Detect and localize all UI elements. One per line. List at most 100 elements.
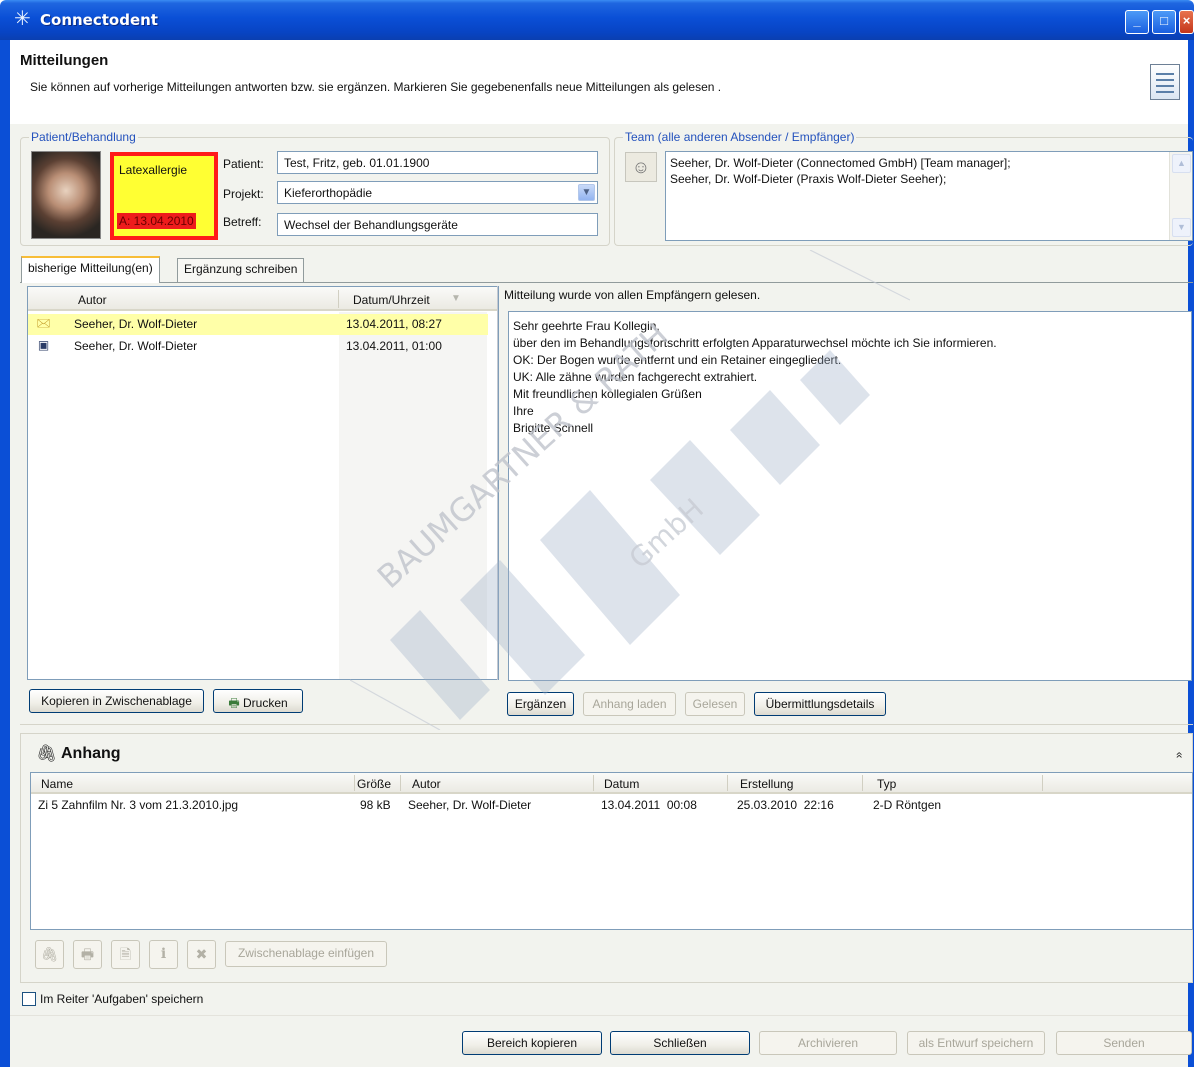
supplement-button[interactable]: Ergänzen bbox=[507, 692, 574, 716]
attach-paperclip-button[interactable]: 🖇 bbox=[35, 940, 64, 969]
app-asterisk-icon: ✳ bbox=[14, 8, 31, 30]
patient-group-label: Patient/Behandlung bbox=[31, 130, 136, 144]
column-header-created[interactable]: Erstellung bbox=[740, 777, 793, 791]
window-title: Connectodent bbox=[40, 11, 158, 29]
project-select[interactable]: Kieferorthopädie ▼ bbox=[277, 181, 598, 204]
project-label: Projekt: bbox=[223, 187, 264, 201]
column-separator[interactable] bbox=[593, 775, 594, 791]
subject-field[interactable]: Wechsel der Behandlungsgeräte bbox=[277, 213, 598, 236]
column-separator[interactable] bbox=[338, 290, 339, 308]
close-window-button[interactable]: × bbox=[1179, 10, 1194, 34]
maximize-button[interactable]: □ bbox=[1152, 10, 1176, 34]
close-button[interactable]: Schließen bbox=[610, 1031, 750, 1055]
message-line: Ihre bbox=[513, 404, 534, 418]
column-separator[interactable] bbox=[400, 775, 401, 791]
message-document-icon bbox=[1150, 64, 1180, 100]
column-header-name[interactable]: Name bbox=[41, 777, 73, 791]
team-scrollbar[interactable]: ▲ ▼ bbox=[1169, 152, 1192, 240]
printer-icon: 🖶 bbox=[228, 696, 240, 710]
paste-from-clipboard-button[interactable]: Zwischenablage einfügen bbox=[225, 941, 387, 967]
message-line: UK: Alle zähne wurden fachgerecht extrah… bbox=[513, 370, 758, 384]
chevron-down-icon[interactable]: ▼ bbox=[578, 184, 595, 201]
message-line: über den im Behandlungsfortschritt erfol… bbox=[513, 336, 997, 350]
attachments-title: Anhang bbox=[61, 745, 121, 762]
save-in-tasks-label[interactable]: Im Reiter 'Aufgaben' speichern bbox=[40, 992, 203, 1006]
patient-field[interactable]: Test, Fritz, geb. 01.01.1900 bbox=[277, 151, 598, 174]
mail-read-icon: ▣ bbox=[37, 338, 50, 352]
copy-area-button[interactable]: Bereich kopieren bbox=[462, 1031, 602, 1055]
print-button[interactable]: 🖶 Drucken bbox=[213, 689, 303, 713]
message-line: Mit freundlichen kollegialen Grüßen bbox=[513, 387, 702, 401]
message-body[interactable]: Sehr geehrte Frau Kollegin, über den im … bbox=[508, 311, 1192, 681]
print-attachment-button[interactable]: 🖶 bbox=[73, 940, 102, 969]
message-line: OK: Der Bogen wurde entfernt und ein Ret… bbox=[513, 353, 842, 367]
table-row[interactable]: ▣ Seeher, Dr. Wolf-Dieter 13.04.2011, 01… bbox=[28, 336, 488, 357]
attachment-created: 25.03.2010 22:16 bbox=[737, 798, 834, 812]
archive-button[interactable]: Archivieren bbox=[759, 1031, 897, 1055]
info-icon: i bbox=[160, 946, 167, 962]
patient-label: Patient: bbox=[223, 157, 264, 171]
transmission-details-button[interactable]: Übermittlungsdetails bbox=[754, 692, 886, 716]
delete-attachment-button[interactable]: ✖ bbox=[187, 940, 216, 969]
minimize-button[interactable]: _ bbox=[1125, 10, 1149, 34]
page-description: Sie können auf vorherige Mitteilungen an… bbox=[30, 80, 722, 94]
collapse-chevron-icon[interactable]: » bbox=[1171, 752, 1185, 759]
load-attachment-button[interactable]: Anhang laden bbox=[583, 692, 676, 716]
column-separator[interactable] bbox=[354, 775, 355, 791]
print-button-label: Drucken bbox=[242, 696, 288, 710]
paperclip-icon: 🖇 bbox=[40, 946, 59, 962]
column-header-type[interactable]: Typ bbox=[877, 777, 896, 791]
row-author: Seeher, Dr. Wolf-Dieter bbox=[74, 317, 198, 331]
message-line: Brigitte Schnell bbox=[513, 421, 594, 435]
sort-descending-icon: ▼ bbox=[451, 293, 461, 304]
save-in-tasks-checkbox[interactable] bbox=[22, 992, 36, 1006]
list-divider bbox=[497, 286, 498, 680]
title-bar[interactable] bbox=[0, 0, 1194, 40]
team-member: Seeher, Dr. Wolf-Dieter (Connectomed Gmb… bbox=[670, 156, 1011, 170]
project-select-value: Kieferorthopädie bbox=[284, 186, 373, 200]
page-title: Mitteilungen bbox=[20, 52, 109, 69]
team-member: Seeher, Dr. Wolf-Dieter (Praxis Wolf-Die… bbox=[670, 172, 947, 186]
paperclip-icon: 🖇 bbox=[36, 744, 58, 763]
copy-to-clipboard-button[interactable]: Kopieren in Zwischenablage bbox=[29, 689, 204, 713]
info-button[interactable]: i bbox=[149, 940, 178, 969]
column-header-author[interactable]: Autor bbox=[78, 293, 107, 307]
row-datetime: 13.04.2011, 08:27 bbox=[346, 317, 442, 331]
allergy-label: Latexallergie bbox=[119, 163, 188, 177]
subject-label: Betreff: bbox=[223, 215, 262, 229]
send-button[interactable]: Senden bbox=[1056, 1031, 1192, 1055]
attachment-type: 2-D Röntgen bbox=[873, 798, 942, 812]
sorted-column-shade bbox=[339, 312, 487, 679]
team-group-label: Team (alle anderen Absender / Empfänger) bbox=[625, 130, 855, 144]
open-document-button[interactable]: 🗎 bbox=[111, 940, 140, 969]
row-author: Seeher, Dr. Wolf-Dieter bbox=[74, 339, 198, 353]
tab-previous-messages[interactable]: bisherige Mitteilung(en) bbox=[21, 256, 160, 283]
column-header-date[interactable]: Datum bbox=[604, 777, 639, 791]
column-header-datetime[interactable]: Datum/Uhrzeit bbox=[353, 293, 430, 307]
patient-photo bbox=[31, 151, 101, 239]
window-frame-left bbox=[0, 40, 10, 1067]
mark-read-button[interactable]: Gelesen bbox=[685, 692, 745, 716]
team-list[interactable]: Seeher, Dr. Wolf-Dieter (Connectomed Gmb… bbox=[665, 151, 1193, 241]
delete-x-icon: ✖ bbox=[195, 946, 208, 962]
column-header-author[interactable]: Autor bbox=[412, 777, 441, 791]
attachment-author: Seeher, Dr. Wolf-Dieter bbox=[408, 798, 532, 812]
attachment-size: 98 kB bbox=[360, 798, 391, 812]
section-divider bbox=[20, 724, 1193, 725]
team-person-icon[interactable]: ☺ bbox=[625, 152, 657, 182]
message-status: Mitteilung wurde von allen Empfängern ge… bbox=[504, 288, 761, 302]
column-separator[interactable] bbox=[862, 775, 863, 791]
tab-baseline bbox=[20, 282, 1193, 283]
tab-write-supplement[interactable]: Ergänzung schreiben bbox=[177, 258, 305, 282]
footer-divider bbox=[10, 1015, 1188, 1016]
column-header-size[interactable]: Größe bbox=[357, 777, 391, 791]
column-separator[interactable] bbox=[1042, 775, 1043, 791]
mail-new-icon: 🖂 bbox=[36, 316, 51, 330]
column-separator[interactable] bbox=[727, 775, 728, 791]
scroll-up-icon[interactable]: ▲ bbox=[1172, 154, 1191, 173]
row-datetime: 13.04.2011, 01:00 bbox=[346, 339, 442, 353]
scroll-down-icon[interactable]: ▼ bbox=[1172, 218, 1191, 237]
attachment-name: Zi 5 Zahnfilm Nr. 3 vom 21.3.2010.jpg bbox=[38, 798, 239, 812]
table-row[interactable]: 🖂 Seeher, Dr. Wolf-Dieter 13.04.2011, 08… bbox=[28, 314, 488, 335]
save-draft-button[interactable]: als Entwurf speichern bbox=[907, 1031, 1045, 1055]
